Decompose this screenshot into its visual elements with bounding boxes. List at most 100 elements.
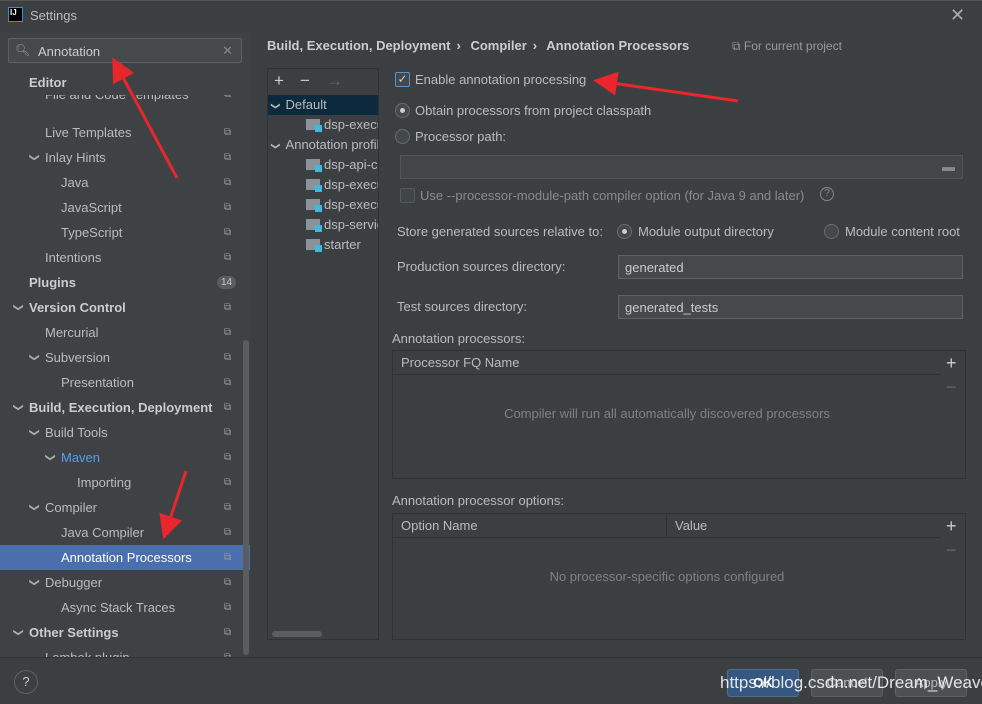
- project-scope-icon: ⧉: [224, 552, 232, 563]
- production-dir-input[interactable]: generated: [618, 255, 963, 279]
- chevron-down-icon[interactable]: ❯: [22, 578, 47, 586]
- processor-name-header[interactable]: Processor FQ Name: [393, 351, 941, 375]
- chevron-down-icon[interactable]: ❯: [6, 403, 31, 411]
- obtain-classpath-radio[interactable]: [395, 103, 410, 118]
- project-scope-icon: ⧉: [224, 627, 232, 638]
- module-output-radio[interactable]: [617, 224, 632, 239]
- module-folder-icon: [306, 239, 322, 252]
- profile-tree-node[interactable]: dsp-service: [268, 215, 378, 235]
- chevron-down-icon[interactable]: ❯: [22, 353, 47, 361]
- enable-annotation-label: Enable annotation processing: [415, 72, 587, 87]
- sidebar-item-label: Version Control: [29, 300, 126, 315]
- tree-scrollbar[interactable]: [272, 631, 322, 637]
- module-path-checkbox[interactable]: [400, 188, 415, 203]
- chevron-down-icon[interactable]: ❯: [268, 142, 286, 150]
- sidebar-item-label: Live Templates: [45, 125, 132, 140]
- profile-tree-node[interactable]: starter: [268, 235, 378, 255]
- module-folder-icon: [306, 159, 322, 172]
- sidebar-item-label: Debugger: [45, 575, 103, 590]
- project-scope-icon: ⧉: [224, 377, 232, 388]
- sidebar-item[interactable]: Importing ⧉: [0, 470, 250, 495]
- sidebar-item[interactable]: ❯ Version Control ⧉: [0, 295, 250, 320]
- add-option-button[interactable]: +: [946, 516, 957, 537]
- folder-icon[interactable]: ▬: [942, 159, 955, 174]
- processor-path-input[interactable]: [400, 155, 963, 179]
- module-folder-icon: [306, 119, 322, 132]
- sidebar-item-label: Intentions: [45, 250, 102, 265]
- sidebar-item[interactable]: Editor: [0, 70, 250, 95]
- module-content-radio[interactable]: [824, 224, 839, 239]
- option-value-header[interactable]: Value: [667, 514, 941, 538]
- sidebar-item[interactable]: Mercurial ⧉: [0, 320, 250, 345]
- profile-tree-node[interactable]: ❯ Annotation profile: [268, 135, 378, 155]
- profile-tree-node[interactable]: dsp-api-common: [268, 155, 378, 175]
- chevron-down-icon[interactable]: ❯: [22, 153, 47, 161]
- sidebar-item[interactable]: Live Templates ⧉: [0, 120, 250, 145]
- test-dir-input[interactable]: generated_tests: [618, 295, 963, 319]
- chevron-down-icon[interactable]: ❯: [268, 102, 286, 110]
- processor-path-radio[interactable]: [395, 129, 410, 144]
- move-module-button[interactable]: →: [326, 71, 343, 91]
- app-logo: IJ: [8, 7, 23, 22]
- close-icon[interactable]: ✕: [950, 5, 965, 26]
- sidebar-item[interactable]: Plugins 14: [0, 270, 250, 295]
- sidebar-item[interactable]: ❯ Compiler ⧉: [0, 495, 250, 520]
- sidebar-item-label: Mercurial: [45, 325, 99, 340]
- profile-tree-node[interactable]: dsp-executor: [268, 175, 378, 195]
- option-name-header[interactable]: Option Name: [393, 514, 667, 538]
- project-scope-icon: ⧉: [224, 252, 232, 263]
- watermark: https://blog.csdn.net/Dream_Weave: [720, 673, 982, 692]
- profile-node-label: dsp-executor: [324, 117, 378, 132]
- project-scope-icon: ⧉: [224, 352, 232, 363]
- processor-path-label: Processor path:: [415, 129, 507, 144]
- sidebar-item[interactable]: ❯ Build Tools ⧉: [0, 420, 250, 445]
- chevron-down-icon[interactable]: ❯: [6, 303, 31, 311]
- breadcrumb-item: Annotation Processors: [546, 38, 690, 53]
- help-button[interactable]: ?: [14, 670, 38, 694]
- sidebar-item-label: Plugins: [29, 275, 76, 290]
- sidebar-item[interactable]: ❯ Other Settings ⧉: [0, 620, 250, 645]
- sidebar-item[interactable]: ❯ Debugger ⧉: [0, 570, 250, 595]
- sidebar-item[interactable]: TypeScript ⧉: [0, 220, 250, 245]
- sidebar-item[interactable]: File and Code Templates⧉: [0, 95, 250, 107]
- profile-tree-node[interactable]: dsp-executor: [268, 115, 378, 135]
- chevron-down-icon[interactable]: ❯: [22, 503, 47, 511]
- profile-tree-node[interactable]: ❯ Default: [268, 95, 378, 115]
- sidebar-item-label: Presentation: [61, 375, 134, 390]
- project-scope-icon: ⧉: [224, 477, 232, 488]
- sidebar-item[interactable]: ❯ Inlay Hints ⧉: [0, 145, 250, 170]
- sidebar-item[interactable]: ❯ Build, Execution, Deployment ⧉: [0, 395, 250, 420]
- chevron-down-icon[interactable]: ❯: [6, 628, 31, 636]
- remove-processor-button[interactable]: −: [946, 377, 957, 398]
- sidebar-item-label: Async Stack Traces: [61, 600, 176, 615]
- clear-icon[interactable]: ✕: [222, 43, 233, 59]
- sidebar-item[interactable]: ❯ Subversion ⧉: [0, 345, 250, 370]
- sidebar-item[interactable]: JavaScript ⧉: [0, 195, 250, 220]
- add-profile-button[interactable]: +: [274, 71, 284, 91]
- profile-tree-node[interactable]: dsp-executor: [268, 195, 378, 215]
- sidebar-item-label: Build Tools: [45, 425, 108, 440]
- sidebar-item[interactable]: ❯ Maven ⧉: [0, 445, 250, 470]
- search-input[interactable]: 🔍︎ Annotation ✕: [8, 38, 242, 63]
- help-icon[interactable]: ?: [820, 187, 834, 201]
- profile-node-label: dsp-api-common: [324, 157, 378, 172]
- module-folder-icon: [306, 199, 322, 212]
- sidebar-item[interactable]: Presentation ⧉: [0, 370, 250, 395]
- enable-annotation-checkbox[interactable]: ✓: [395, 72, 410, 87]
- sidebar-item[interactable]: Java Compiler ⧉: [0, 520, 250, 545]
- sidebar-item[interactable]: Async Stack Traces ⧉: [0, 595, 250, 620]
- remove-option-button[interactable]: −: [946, 540, 957, 561]
- sidebar-scrollbar[interactable]: [243, 340, 249, 655]
- processors-table: Processor FQ Name Compiler will run all …: [392, 350, 966, 479]
- sidebar-item[interactable]: Java ⧉: [0, 170, 250, 195]
- chevron-down-icon[interactable]: ❯: [38, 453, 63, 461]
- module-content-label: Module content root: [845, 224, 960, 239]
- sidebar-item[interactable]: Annotation Processors ⧉: [0, 545, 250, 570]
- project-scope-icon: ⧉: [224, 327, 232, 338]
- chevron-down-icon[interactable]: ❯: [22, 428, 47, 436]
- sidebar-item-label: Inlay Hints: [45, 150, 106, 165]
- remove-profile-button[interactable]: −: [300, 71, 310, 91]
- add-processor-button[interactable]: +: [946, 353, 957, 374]
- sidebar-item[interactable]: Intentions ⧉: [0, 245, 250, 270]
- module-folder-icon: [306, 219, 322, 232]
